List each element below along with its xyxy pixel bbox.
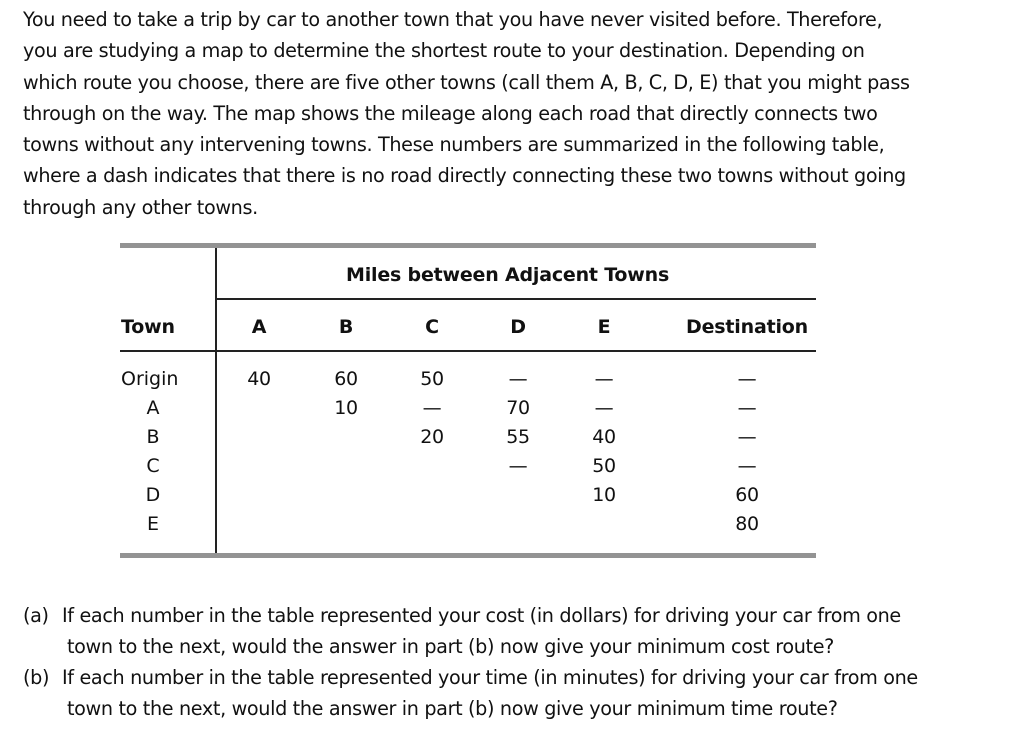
table-bottom-rule [120, 553, 816, 558]
row-label: A [146, 397, 160, 419]
row-label: Origin [121, 368, 179, 390]
column-header: B [338, 316, 354, 338]
mileage-cell: 10 [334, 397, 358, 419]
mileage-cell: 20 [420, 426, 444, 448]
row-label: B [146, 426, 160, 448]
column-header: Destination [686, 316, 808, 338]
column-header: D [510, 316, 526, 338]
header-rule [120, 350, 816, 352]
mileage-cell: 10 [592, 484, 616, 506]
no-road-dash: — [737, 397, 757, 419]
question-text: town to the next, would the answer in pa… [67, 697, 838, 721]
mileage-cell: 50 [420, 368, 444, 390]
table-divider [215, 248, 217, 553]
row-header: Town [121, 316, 175, 338]
question-text: If each number in the table represented … [62, 666, 918, 689]
question-text: town to the next, would the answer in pa… [67, 635, 834, 659]
question-tag: (a) [23, 604, 49, 627]
column-header: E [597, 316, 611, 338]
mileage-cell: 40 [247, 368, 271, 390]
row-label: D [145, 484, 161, 506]
no-road-dash: — [594, 397, 614, 419]
group-header-rule [216, 298, 816, 300]
mileage-cell: 50 [592, 455, 616, 477]
mileage-cell: 80 [735, 513, 759, 535]
no-road-dash: — [594, 368, 614, 390]
no-road-dash: — [737, 426, 757, 448]
row-label: C [146, 455, 160, 477]
table-top-rule [120, 243, 816, 248]
group-header: Miles between Adjacent Towns [346, 264, 670, 286]
mileage-cell: 60 [334, 368, 358, 390]
no-road-dash: — [508, 368, 528, 390]
row-label: E [146, 513, 160, 535]
question-tag: (b) [23, 666, 50, 689]
mileage-cell: 40 [592, 426, 616, 448]
no-road-dash: — [508, 455, 528, 477]
mileage-cell: 60 [735, 484, 759, 506]
question-text: If each number in the table represented … [62, 604, 901, 627]
column-header: A [251, 316, 267, 338]
no-road-dash: — [737, 455, 757, 477]
mileage-cell: 70 [506, 397, 530, 419]
column-header: C [425, 316, 439, 338]
mileage-cell: 55 [506, 426, 530, 448]
no-road-dash: — [737, 368, 757, 390]
no-road-dash: — [422, 397, 442, 419]
